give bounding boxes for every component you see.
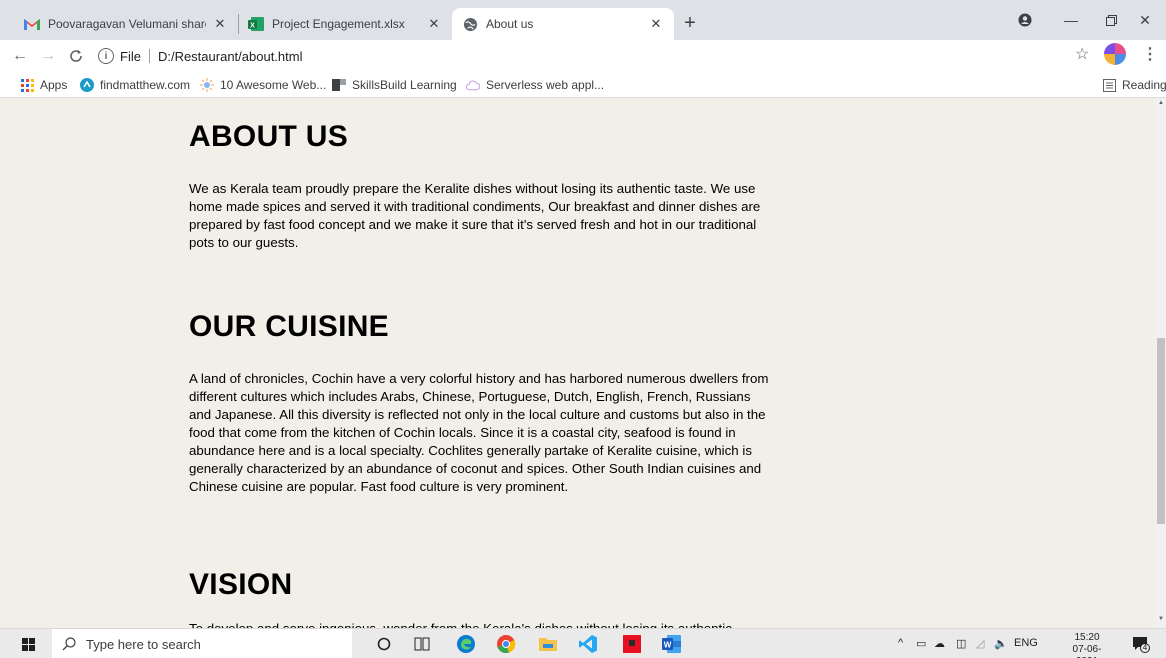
bookmark-star-icon[interactable]: ☆ [1075, 44, 1089, 64]
scroll-thumb[interactable] [1157, 338, 1165, 524]
close-icon[interactable]: ✕ [212, 16, 228, 32]
reading-list-icon [1102, 78, 1116, 92]
language-indicator[interactable]: ENG [1014, 637, 1038, 649]
bookmark-label: SkillsBuild Learning [352, 78, 457, 92]
close-icon[interactable]: ✕ [648, 16, 664, 32]
bookmark-label: findmatthew.com [100, 78, 191, 92]
svg-text:W: W [664, 641, 672, 650]
clock-time: 15:20 [1074, 632, 1100, 643]
about-text: We as Kerala team proudly prepare the Ke… [189, 181, 761, 250]
tab-label: About us [486, 17, 534, 31]
bookmark-findmatthew[interactable]: findmatthew.com [80, 76, 190, 94]
page-viewport: ABOUT US We as Kerala team proudly prepa… [0, 98, 1156, 628]
bookmark-apps[interactable]: Apps [20, 76, 67, 94]
tab-label: Poovaragavan Velumani shared [48, 17, 206, 31]
cloud-icon [466, 78, 480, 92]
search-placeholder: Type here to search [86, 636, 201, 652]
close-window-button[interactable]: ✕ [1122, 8, 1166, 32]
reload-icon [70, 50, 82, 62]
bookmark-serverless[interactable]: Serverless web appl... [466, 76, 604, 94]
gmail-icon [24, 16, 40, 32]
notification-count: 4 [1142, 643, 1148, 652]
meet-now-icon[interactable]: ◫ [956, 637, 966, 650]
findmatthew-site-icon [80, 78, 94, 92]
onedrive-icon[interactable]: ☁ [934, 637, 945, 650]
reading-list-label: Reading list [1122, 78, 1166, 92]
address-bar[interactable]: i File D:/Restaurant/about.html [98, 44, 1058, 68]
vision-text: To develop and serve ingenious, wonder f… [189, 620, 769, 628]
bookmark-10-awesome-web[interactable]: 10 Awesome Web... [200, 76, 326, 94]
browser-toolbar: ← → i File D:/Restaurant/about.html [0, 40, 1166, 72]
globe-icon [462, 16, 478, 32]
svg-text:X: X [250, 22, 255, 29]
windows-start-icon[interactable] [22, 638, 35, 651]
skillsbuild-site-icon [332, 78, 346, 92]
scroll-up-arrow-icon[interactable]: ▲ [1156, 100, 1166, 110]
about-heading: ABOUT US [189, 120, 349, 153]
address-scheme: File [120, 48, 141, 64]
word-icon[interactable]: W [662, 634, 682, 654]
tab-gmail[interactable]: Poovaragavan Velumani shared ✕ [14, 8, 238, 40]
cuisine-heading: OUR CUISINE [189, 310, 389, 343]
bookmark-label: Apps [40, 78, 68, 92]
battery-icon[interactable]: ▭ [916, 637, 926, 650]
page-scrollbar[interactable]: ▲ ▼ [1156, 98, 1166, 628]
taskbar-clock[interactable]: 15:20 07-06-2021 [1066, 632, 1108, 658]
chrome-profile-icon[interactable] [1002, 8, 1048, 32]
wifi-icon[interactable]: ◿ [976, 637, 984, 650]
volume-icon[interactable]: 🔈 [994, 637, 1008, 650]
excel-icon: X [248, 16, 264, 32]
task-view-icon[interactable] [412, 634, 432, 654]
notification-center-icon[interactable]: 4 [1132, 635, 1150, 653]
bookmark-label: 10 Awesome Web... [220, 78, 327, 92]
cuisine-text: A land of chronicles, Cochin have a very… [189, 371, 769, 494]
tab-about-us[interactable]: About us ✕ [452, 8, 674, 40]
new-tab-button[interactable]: + [678, 12, 702, 36]
reading-list-button[interactable]: Reading list [1102, 76, 1166, 94]
info-icon[interactable]: i [98, 48, 114, 64]
red-app-icon[interactable] [622, 634, 642, 654]
back-button[interactable]: ← [8, 44, 32, 68]
avatar[interactable] [1104, 43, 1126, 65]
close-icon[interactable]: ✕ [426, 16, 442, 32]
file-explorer-icon[interactable] [538, 634, 558, 654]
bookmarks-bar: Apps findmatthew.com 10 Awesome Web... S… [0, 72, 1166, 98]
address-url: D:/Restaurant/about.html [157, 48, 303, 64]
menu-kebab-icon[interactable]: ⋮ [1142, 44, 1158, 64]
browser-tab-strip: Poovaragavan Velumani shared ✕ X Project… [0, 0, 1166, 40]
taskbar-search-input[interactable]: Type here to search [52, 629, 352, 658]
tray-chevron-up-icon[interactable]: ^ [898, 637, 903, 649]
tab-project-engagement[interactable]: X Project Engagement.xlsx ✕ [238, 8, 452, 40]
address-divider [148, 49, 150, 63]
reload-button[interactable] [64, 44, 88, 68]
search-icon [62, 637, 76, 651]
bookmark-label: Serverless web appl... [486, 78, 605, 92]
chrome-icon[interactable] [496, 634, 516, 654]
edge-icon[interactable] [456, 634, 476, 654]
vscode-icon[interactable] [578, 634, 598, 654]
clock-date: 07-06-2021 [1072, 644, 1102, 658]
cortana-icon[interactable] [374, 634, 394, 654]
scroll-down-arrow-icon[interactable]: ▼ [1156, 616, 1166, 626]
forward-button[interactable]: → [36, 44, 60, 68]
apps-grid-icon [20, 78, 34, 92]
bookmark-skillsbuild[interactable]: SkillsBuild Learning [332, 76, 457, 94]
sunburst-site-icon [200, 78, 214, 92]
vision-heading: VISION [189, 568, 293, 601]
windows-taskbar: Type here to search W ^ ▭ ☁ ◫ ◿ 🔈 ENG 15… [0, 628, 1166, 658]
tab-label: Project Engagement.xlsx [272, 17, 405, 31]
